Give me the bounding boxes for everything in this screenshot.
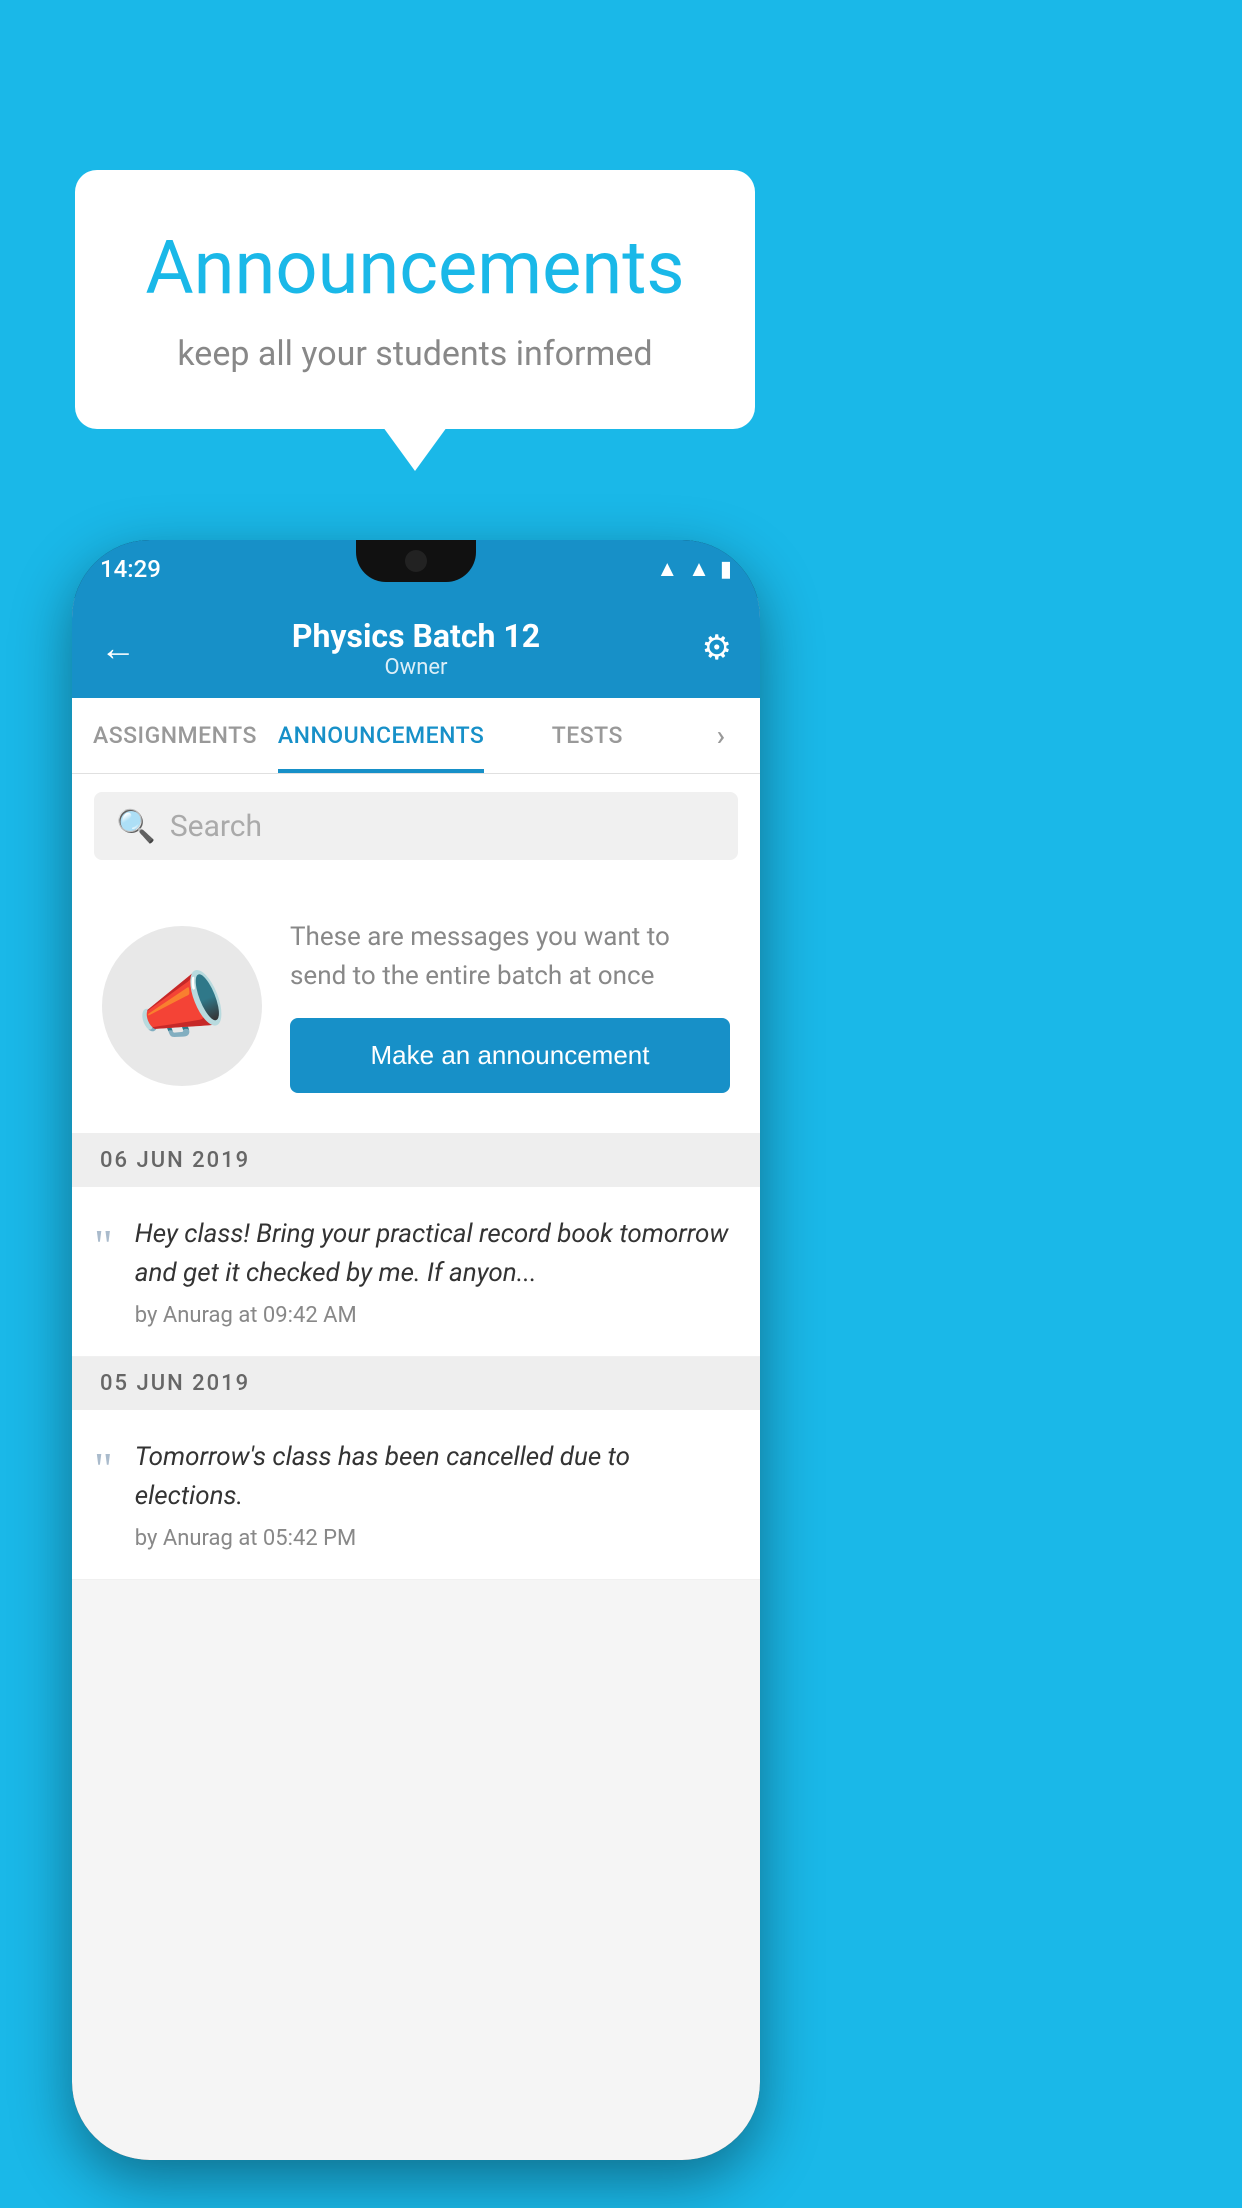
tabs-bar: ASSIGNMENTS ANNOUNCEMENTS TESTS › (72, 698, 760, 774)
date-separator-1: 06 JUN 2019 (72, 1134, 760, 1187)
phone-inner: ← Physics Batch 12 Owner ⚙ ASSIGNMENTS A… (72, 598, 760, 2160)
announcement-content-2: Tomorrow's class has been cancelled due … (135, 1438, 732, 1551)
search-placeholder: Search (170, 809, 262, 844)
announcement-text-2: Tomorrow's class has been cancelled due … (135, 1438, 732, 1516)
announcement-meta-1: by Anurag at 09:42 AM (135, 1303, 732, 1328)
search-icon: 🔍 (116, 807, 156, 845)
status-icons: ▲ ▲ ▮ (656, 556, 732, 582)
tab-tests[interactable]: TESTS (484, 698, 690, 773)
camera-notch (356, 540, 476, 582)
search-container: 🔍 Search (72, 774, 760, 878)
phone-frame: 14:29 ▲ ▲ ▮ ← Physics Batch 12 Owner ⚙ A… (72, 540, 760, 2160)
megaphone-circle: 📣 (102, 926, 262, 1086)
tab-assignments[interactable]: ASSIGNMENTS (72, 698, 278, 773)
date-separator-2: 05 JUN 2019 (72, 1357, 760, 1410)
prompt-right: These are messages you want to send to t… (290, 918, 730, 1093)
announcement-content-1: Hey class! Bring your practical record b… (135, 1215, 732, 1328)
prompt-description: These are messages you want to send to t… (290, 918, 730, 996)
announcement-prompt: 📣 These are messages you want to send to… (72, 878, 760, 1134)
app-header: ← Physics Batch 12 Owner ⚙ (72, 598, 760, 698)
bubble-subtitle: keep all your students informed (135, 334, 695, 374)
tab-more[interactable]: › (690, 698, 760, 773)
quote-icon-2: " (94, 1446, 113, 1492)
announcement-item-1[interactable]: " Hey class! Bring your practical record… (72, 1187, 760, 1357)
speech-bubble: Announcements keep all your students inf… (75, 170, 755, 429)
bubble-title: Announcements (135, 225, 695, 312)
tab-announcements[interactable]: ANNOUNCEMENTS (278, 698, 484, 773)
announcement-text-1: Hey class! Bring your practical record b… (135, 1215, 732, 1293)
header-title: Physics Batch 12 (292, 617, 540, 655)
megaphone-icon: 📣 (137, 963, 227, 1048)
header-subtitle: Owner (292, 655, 540, 680)
announcement-item-2[interactable]: " Tomorrow's class has been cancelled du… (72, 1410, 760, 1580)
quote-icon-1: " (94, 1223, 113, 1269)
announcement-meta-2: by Anurag at 05:42 PM (135, 1526, 732, 1551)
signal-icon: ▲ (688, 556, 710, 582)
battery-icon: ▮ (720, 557, 732, 582)
header-center: Physics Batch 12 Owner (292, 617, 540, 680)
wifi-icon: ▲ (656, 556, 678, 582)
back-button[interactable]: ← (100, 627, 136, 669)
make-announcement-button[interactable]: Make an announcement (290, 1018, 730, 1093)
search-bar[interactable]: 🔍 Search (94, 792, 738, 860)
settings-icon[interactable]: ⚙ (702, 628, 732, 668)
status-time: 14:29 (100, 555, 161, 583)
